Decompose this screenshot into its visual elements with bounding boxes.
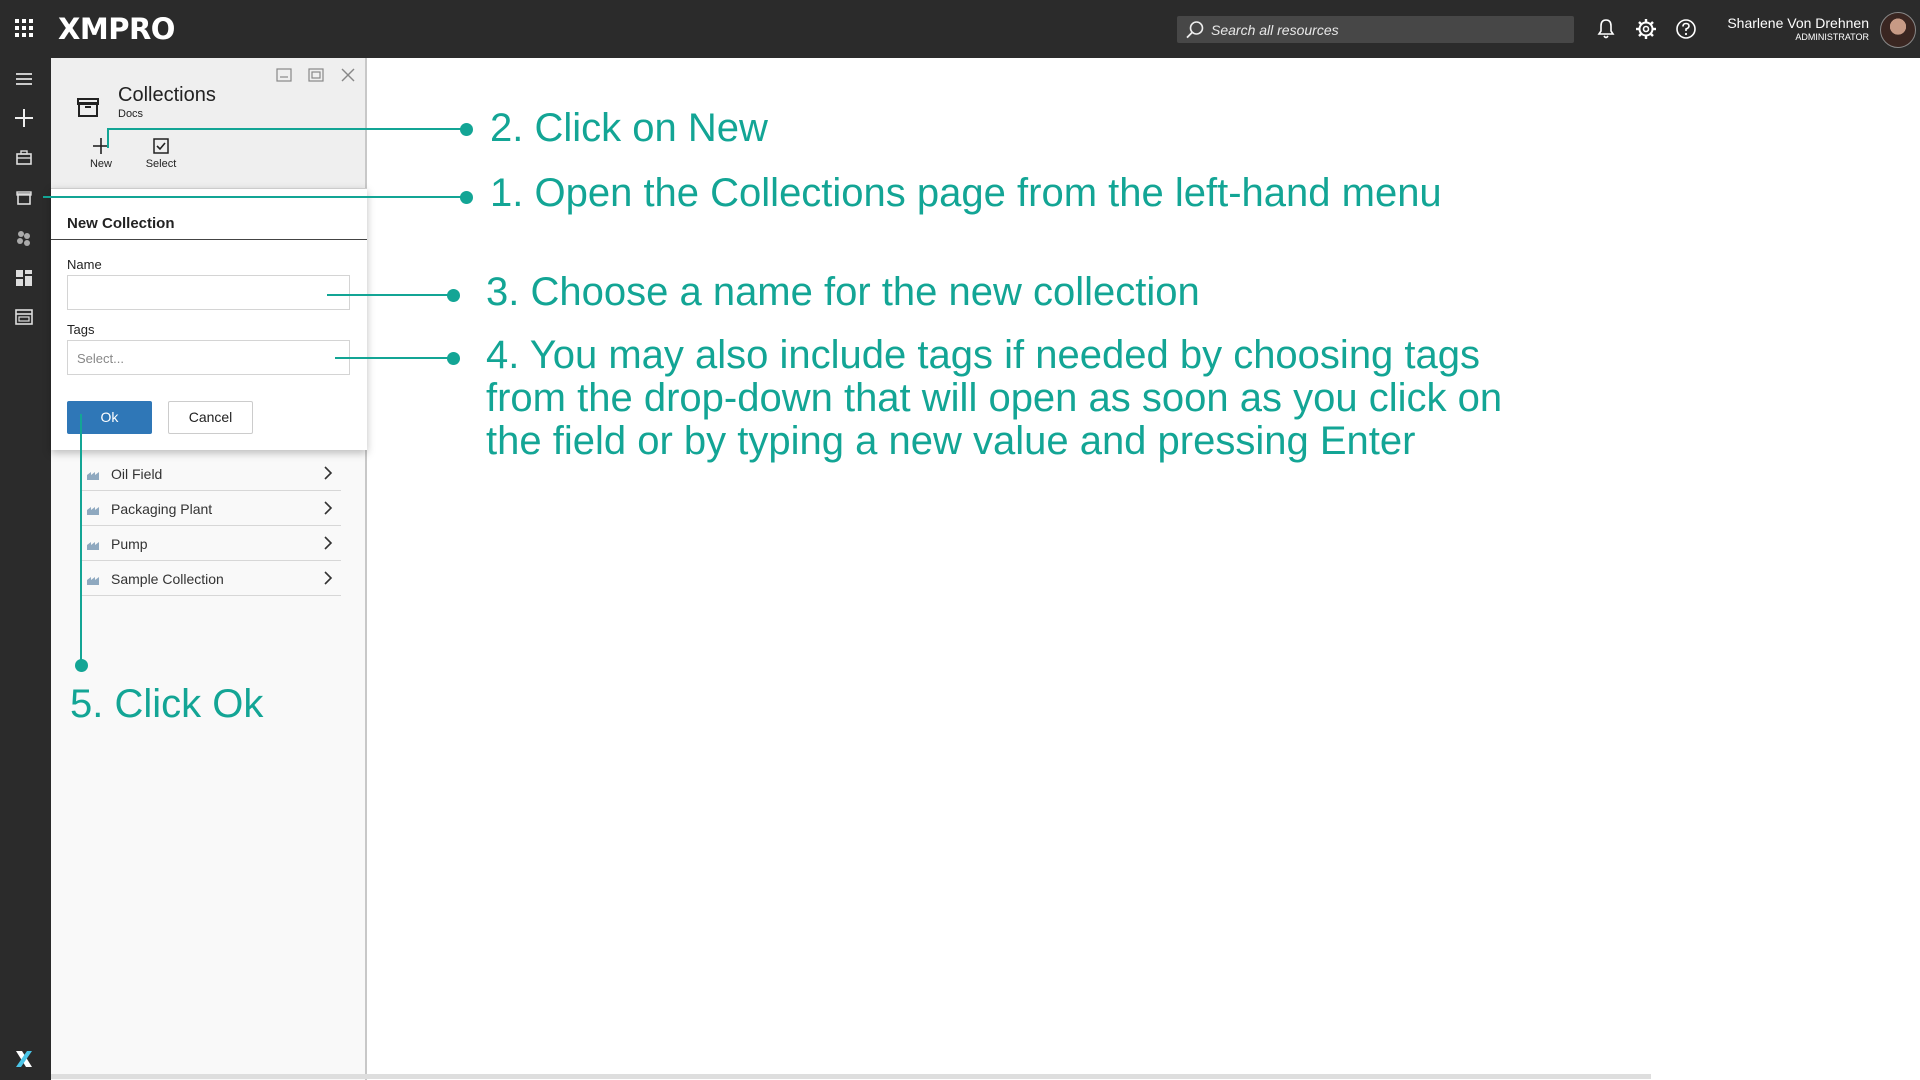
callout-2-leader-drop xyxy=(107,128,109,148)
horizontal-scrollbar[interactable] xyxy=(51,1074,1651,1079)
search-bar[interactable]: Search all resources xyxy=(1177,16,1574,43)
close-icon[interactable] xyxy=(338,65,358,85)
user-name[interactable]: Sharlene Von Drehnen xyxy=(1727,15,1869,31)
callout-5-dot xyxy=(75,659,88,672)
collection-item-icon xyxy=(87,472,99,480)
list-item[interactable]: Oil Field xyxy=(82,456,341,491)
logo-text: XMPRO xyxy=(58,12,175,46)
callout-1-dot xyxy=(460,191,473,204)
maximize-icon[interactable] xyxy=(306,65,326,85)
callout-4-leader xyxy=(335,357,453,359)
bell-icon[interactable] xyxy=(1593,16,1619,42)
callout-step-4-line3: the field or by typing a new value and p… xyxy=(486,419,1416,463)
list-item-label: Oil Field xyxy=(111,466,163,482)
collection-list: Oil Field Packaging Plant Pump Sample Co… xyxy=(82,456,341,596)
callout-step-5: 5. Click Ok xyxy=(70,682,264,726)
apps-grid-icon[interactable] xyxy=(14,18,34,38)
hamburger-menu-icon[interactable] xyxy=(13,68,35,90)
search-icon xyxy=(1186,21,1204,39)
tags-placeholder: Select... xyxy=(77,351,124,366)
callout-4-dot xyxy=(447,352,460,365)
collection-box-icon xyxy=(77,98,99,117)
callout-step-2: 2. Click on New xyxy=(490,106,768,150)
panel-header: Collections Docs New Select xyxy=(51,58,365,188)
list-item[interactable]: Packaging Plant xyxy=(82,491,341,526)
xmpro-logo[interactable]: XMPRO xyxy=(58,11,175,47)
chevron-right-icon xyxy=(324,536,333,550)
page-subtitle: Docs xyxy=(118,108,144,120)
chevron-right-icon xyxy=(324,466,333,480)
collection-item-icon xyxy=(87,577,99,585)
dialog-divider xyxy=(51,239,367,240)
new-collection-dialog: New Collection Name Tags Select... Ok Ca… xyxy=(51,188,367,450)
top-bar: XMPRO Search all resources Sharlene Von … xyxy=(0,0,1920,58)
search-placeholder: Search all resources xyxy=(1211,22,1339,38)
dialog-title: New Collection xyxy=(67,215,175,232)
callout-step-4-line1: 4. You may also include tags if needed b… xyxy=(486,333,1481,377)
collections-icon[interactable] xyxy=(13,187,35,209)
new-button-label: New xyxy=(89,158,112,170)
select-button-label: Select xyxy=(145,158,177,170)
name-label: Name xyxy=(67,257,102,272)
plus-icon[interactable] xyxy=(13,107,35,129)
list-item-label: Sample Collection xyxy=(111,571,224,587)
callout-2-leader xyxy=(108,128,466,130)
tags-label: Tags xyxy=(67,322,95,337)
chevron-right-icon xyxy=(324,571,333,585)
xmpro-x-icon[interactable] xyxy=(13,1048,35,1070)
gear-icon[interactable] xyxy=(1633,16,1659,42)
dashboard-icon[interactable] xyxy=(13,267,35,289)
callout-3-leader xyxy=(327,294,453,296)
name-field[interactable] xyxy=(67,275,350,310)
cancel-button[interactable]: Cancel xyxy=(168,401,253,434)
page-title: Collections xyxy=(118,84,216,106)
callout-5-leader xyxy=(80,414,82,664)
list-item[interactable]: Pump xyxy=(82,526,341,561)
calendar-icon[interactable] xyxy=(13,306,35,328)
callout-step-3: 3. Choose a name for the new collection xyxy=(486,270,1200,314)
avatar[interactable] xyxy=(1880,12,1916,48)
callout-step-1: 1. Open the Collections page from the le… xyxy=(490,171,1442,215)
briefcase-icon[interactable] xyxy=(13,147,35,169)
collection-item-icon xyxy=(87,507,99,515)
left-nav xyxy=(0,58,51,1080)
callout-step-4-line2: from the drop-down that will open as soo… xyxy=(486,376,1503,420)
select-button[interactable]: Select xyxy=(136,136,186,170)
list-item-label: Pump xyxy=(111,536,148,552)
checkbox-icon xyxy=(153,138,169,154)
list-item-label: Packaging Plant xyxy=(111,501,213,517)
minimize-icon[interactable] xyxy=(274,65,294,85)
help-icon[interactable] xyxy=(1673,16,1699,42)
new-button[interactable]: New xyxy=(76,136,126,170)
cubes-icon[interactable] xyxy=(13,227,35,249)
callout-2-dot xyxy=(460,123,473,136)
collection-item-icon xyxy=(87,542,99,550)
list-item[interactable]: Sample Collection xyxy=(82,561,341,596)
callout-1-leader xyxy=(43,196,466,198)
chevron-right-icon xyxy=(324,501,333,515)
user-role: ADMINISTRATOR xyxy=(1795,32,1869,42)
callout-3-dot xyxy=(447,289,460,302)
tags-select[interactable]: Select... xyxy=(67,340,350,375)
